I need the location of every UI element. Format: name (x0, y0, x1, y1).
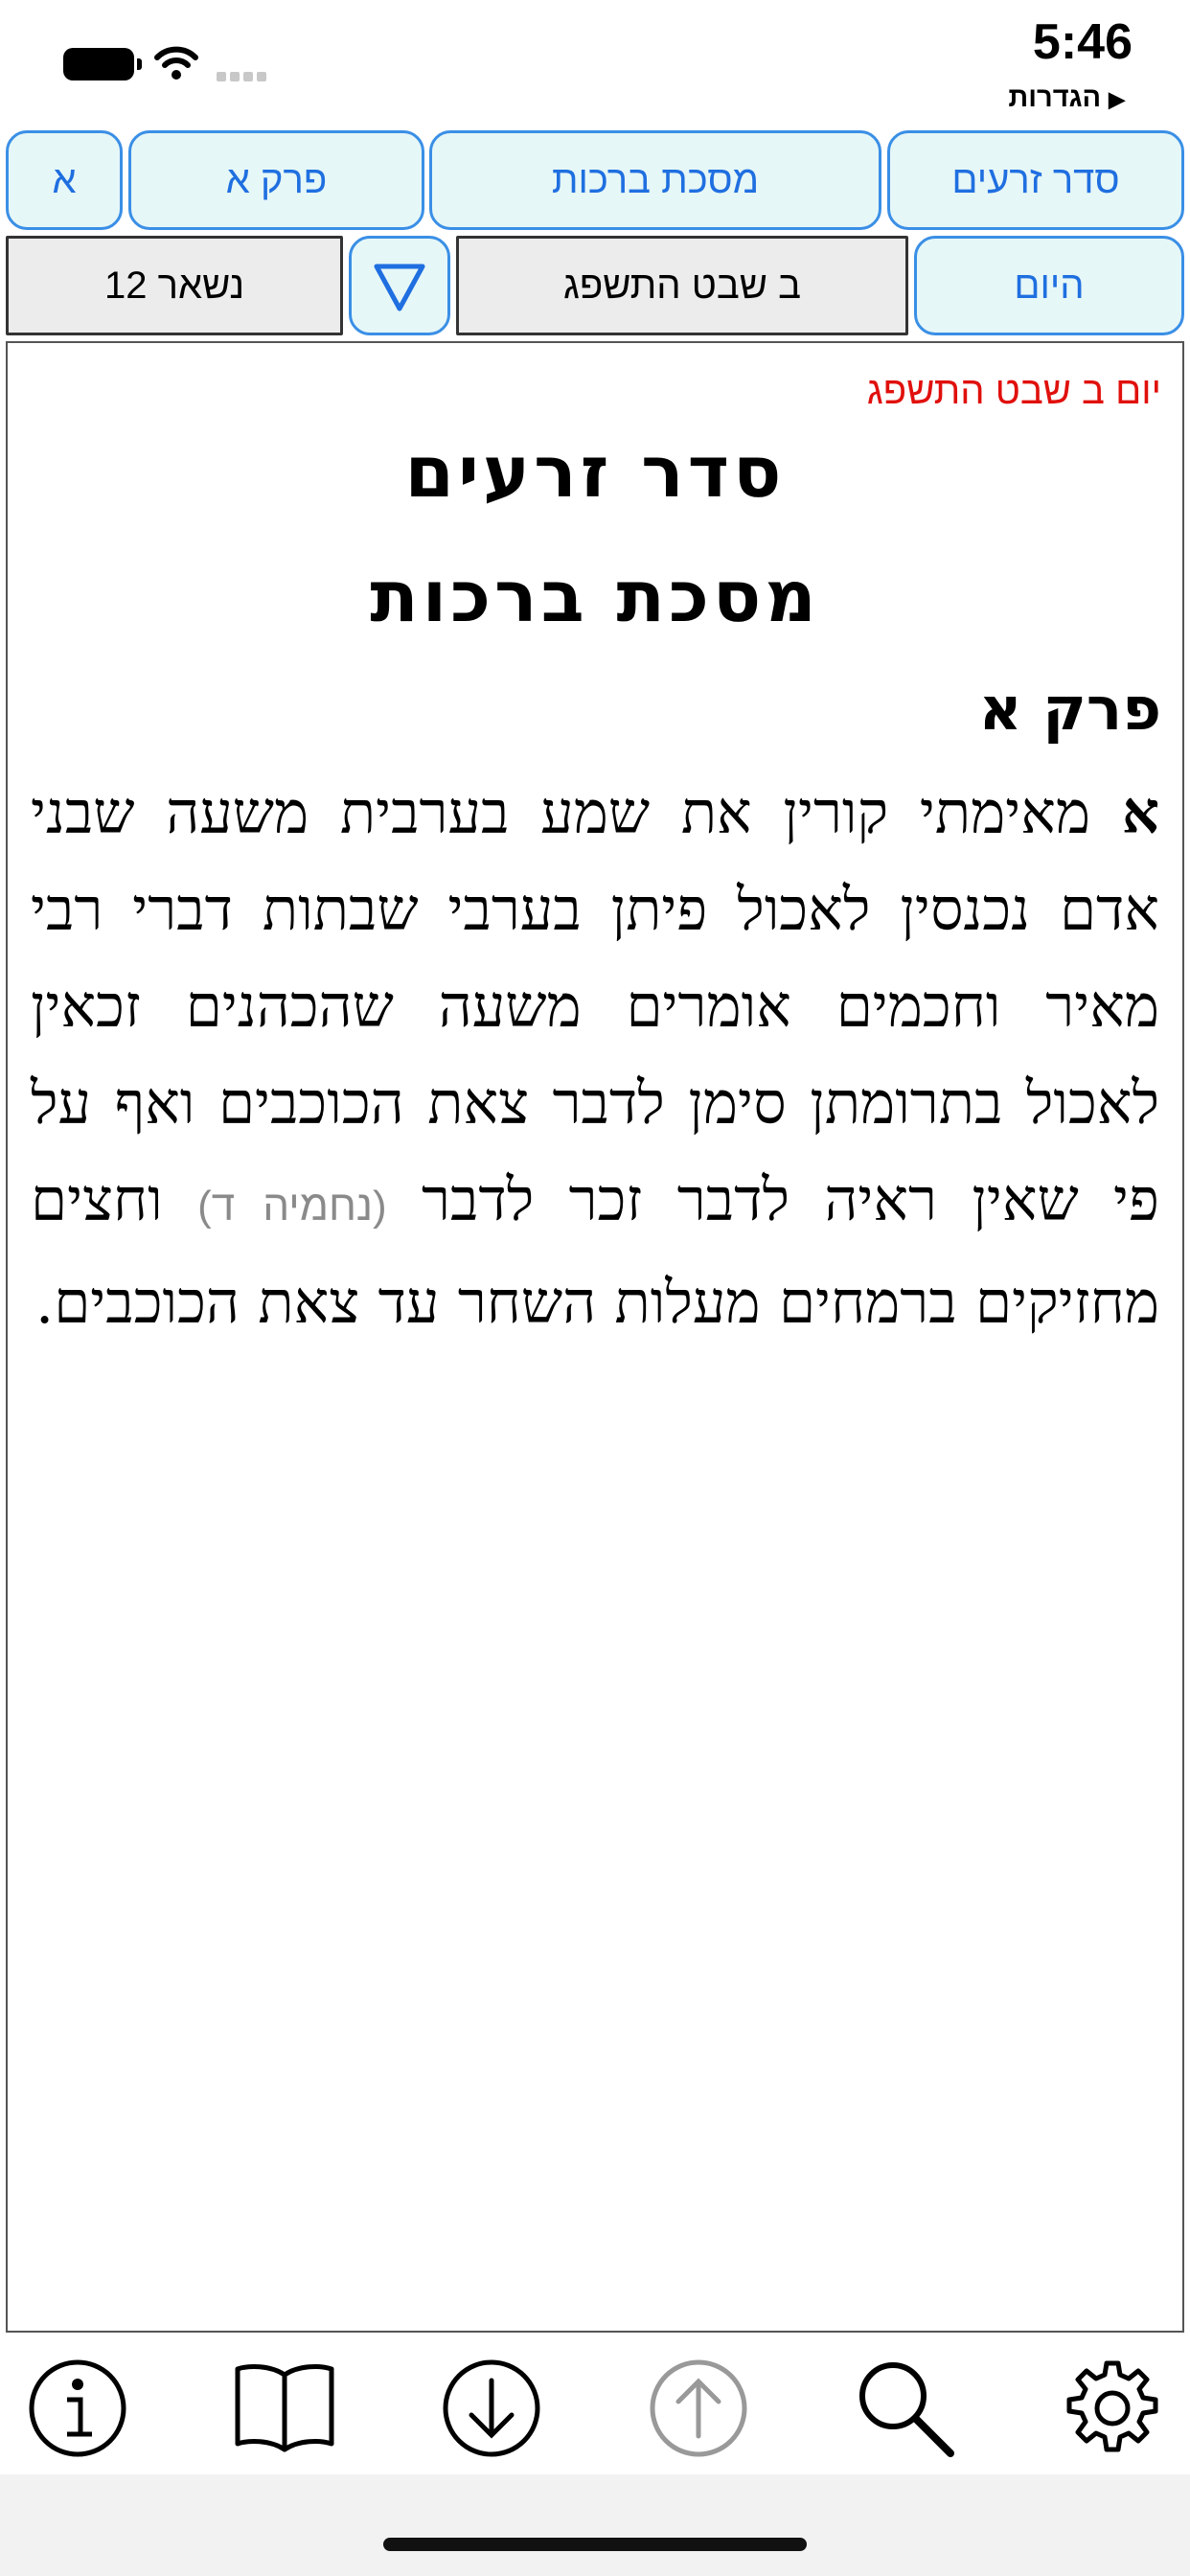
hebrew-date-line: יום ב שבט התשפג (866, 370, 1161, 412)
search-icon[interactable] (853, 2356, 958, 2461)
seder-selector-button[interactable]: סדר זרעים (887, 130, 1184, 230)
gear-icon[interactable] (1060, 2356, 1165, 2461)
wifi-icon (154, 46, 198, 80)
date-display-button[interactable]: ב שבט התשפג (456, 236, 908, 335)
mishna-text: א מאימתי קורין את שמע בערבית משעה שבני א… (31, 765, 1159, 1351)
book-icon[interactable] (232, 2356, 337, 2461)
status-time: 5:46 (1032, 14, 1133, 70)
battery-icon (63, 48, 142, 80)
seder-heading: סדר זרעים (404, 431, 786, 514)
verse-reference-link[interactable]: (נחמיה ד) (197, 1183, 387, 1230)
mishna-selector-button[interactable]: א (6, 130, 123, 230)
masechet-heading: מסכת ברכות (370, 556, 820, 638)
arrow-down-icon[interactable] (439, 2356, 544, 2461)
mishna-body-part1: מאימתי קורין את שמע בערבית משעה שבני אדם… (31, 779, 1159, 1234)
back-to-settings-link[interactable]: הגדרות ▶ (1008, 82, 1125, 114)
perek-heading: פרק א (978, 674, 1161, 744)
mishna-number: א (1121, 779, 1159, 847)
arrow-up-icon[interactable] (646, 2356, 751, 2461)
info-icon[interactable] (25, 2356, 130, 2461)
cellular-signal-icon (217, 67, 270, 85)
filter-triangle-icon (374, 264, 425, 311)
bottom-toolbar (0, 2336, 1190, 2474)
home-indicator[interactable] (383, 2538, 807, 2551)
back-label: הגדרות (1008, 82, 1102, 113)
masechet-selector-button[interactable]: מסכת ברכות (429, 130, 881, 230)
status-bar: 5:46 הגדרות ▶ (0, 0, 1190, 125)
filter-dropdown-button[interactable] (349, 236, 450, 335)
today-button[interactable]: היום (914, 236, 1184, 335)
play-triangle-icon: ▶ (1109, 87, 1125, 111)
remaining-count: נשאר 12 (6, 236, 343, 335)
home-indicator-area (0, 2474, 1190, 2576)
mishna-content-panel[interactable]: יום ב שבט התשפג סדר זרעים מסכת ברכות פרק… (6, 341, 1184, 2333)
perek-selector-button[interactable]: פרק א (128, 130, 424, 230)
